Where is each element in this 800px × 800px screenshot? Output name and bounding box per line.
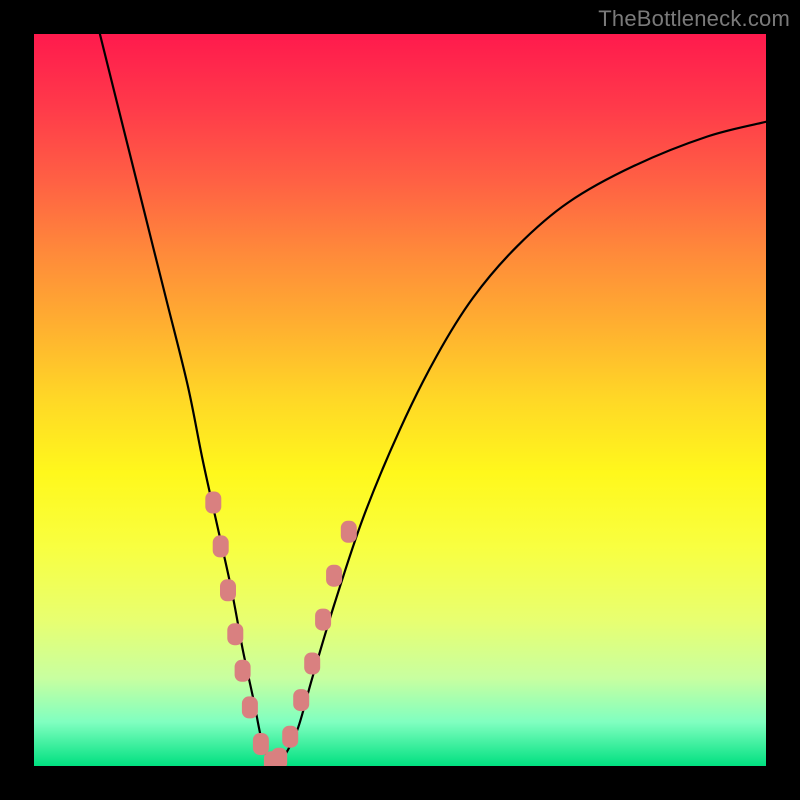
marker-point — [220, 579, 236, 601]
curve-svg — [34, 34, 766, 766]
watermark-text: TheBottleneck.com — [598, 6, 790, 32]
bottleneck-curve — [100, 34, 766, 766]
marker-point — [293, 689, 309, 711]
marker-point — [326, 565, 342, 587]
marker-point — [282, 726, 298, 748]
marker-point — [205, 492, 221, 514]
marker-point — [242, 696, 258, 718]
marker-point — [227, 623, 243, 645]
marker-point — [341, 521, 357, 543]
marker-point — [253, 733, 269, 755]
marker-point — [235, 660, 251, 682]
marker-point — [304, 653, 320, 675]
chart-frame: TheBottleneck.com — [0, 0, 800, 800]
highlight-points — [205, 492, 356, 767]
marker-point — [315, 609, 331, 631]
marker-point — [213, 535, 229, 557]
marker-point — [271, 748, 287, 766]
plot-area — [34, 34, 766, 766]
